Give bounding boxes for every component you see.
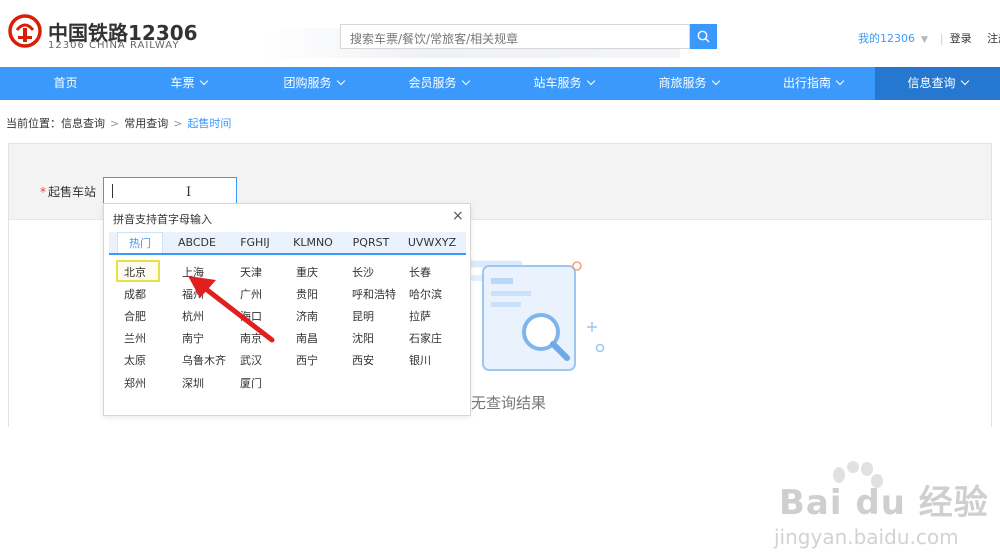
- station-input[interactable]: I: [103, 177, 237, 204]
- my12306-link[interactable]: 我的12306: [858, 32, 915, 45]
- search-button[interactable]: [690, 24, 717, 49]
- ibeam-cursor-icon: I: [186, 185, 192, 200]
- required-mark: *: [40, 185, 46, 199]
- nav-item-info[interactable]: 信息查询: [875, 67, 1000, 100]
- city-item[interactable]: 兰州: [124, 330, 146, 346]
- station-label-text: 起售车站: [48, 185, 97, 199]
- city-item[interactable]: 太原: [124, 352, 146, 368]
- city-item[interactable]: 西安: [352, 352, 374, 368]
- site-header: 中国铁路12306 12306 CHINA RAILWAY 搜索车票/餐饮/常旅…: [0, 0, 1000, 67]
- station-label: * 起售车站: [40, 183, 96, 200]
- chevron-down-icon: [199, 76, 208, 86]
- main-nav: 首页 车票 团购服务 会员服务 站车服务 商旅服务 出行指南 信息查询: [0, 67, 1000, 100]
- nav-label: 团购服务: [283, 76, 332, 90]
- tab-abcde[interactable]: ABCDE: [171, 232, 223, 253]
- railway-logo-icon[interactable]: [8, 14, 42, 48]
- chevron-down-icon: [336, 76, 345, 86]
- city-item[interactable]: 西宁: [296, 352, 318, 368]
- nav-label: 车票: [170, 76, 195, 90]
- city-item[interactable]: 乌鲁木齐: [182, 352, 226, 368]
- nav-label: 首页: [53, 76, 78, 90]
- nav-label: 站车服务: [533, 76, 582, 90]
- breadcrumb-prefix: 当前位置：: [6, 117, 61, 130]
- city-item[interactable]: 沈阳: [352, 330, 374, 346]
- city-item[interactable]: 北京: [124, 264, 146, 280]
- nav-item-business[interactable]: 商旅服务: [626, 67, 751, 100]
- tab-hot[interactable]: 热门: [117, 232, 163, 253]
- watermark-sub: jingyan.baidu.com: [774, 525, 959, 549]
- account-links: 我的12306 ▼ | 登录 注册: [858, 30, 1000, 46]
- close-icon[interactable]: ×: [452, 208, 464, 224]
- city-item[interactable]: 重庆: [296, 264, 318, 280]
- divider: |: [939, 32, 944, 45]
- tab-uvwxyz[interactable]: UVWXYZ: [401, 232, 463, 253]
- city-tabs: 热门 ABCDE FGHIJ KLMNO PQRST UVWXYZ: [109, 232, 466, 255]
- breadcrumb: 当前位置：信息查询 > 常用查询 > 起售时间: [6, 115, 231, 131]
- city-item[interactable]: 石家庄: [409, 330, 442, 346]
- city-item[interactable]: 武汉: [240, 352, 262, 368]
- nav-label: 信息查询: [907, 76, 956, 90]
- city-item[interactable]: 成都: [124, 286, 146, 302]
- city-item[interactable]: 昆明: [352, 308, 374, 324]
- brand-name-en: 12306 CHINA RAILWAY: [48, 40, 180, 51]
- nav-item-station[interactable]: 站车服务: [501, 67, 626, 100]
- empty-result-illustration: [449, 260, 605, 371]
- nav-item-tickets[interactable]: 车票: [126, 67, 251, 100]
- breadcrumb-item-common[interactable]: 常用查询: [124, 117, 168, 130]
- nav-item-group[interactable]: 团购服务: [251, 67, 376, 100]
- chevron-down-icon: [711, 76, 720, 86]
- city-item[interactable]: 贵阳: [296, 286, 318, 302]
- nav-item-home[interactable]: 首页: [0, 67, 131, 100]
- city-item[interactable]: 深圳: [182, 375, 204, 391]
- city-item[interactable]: 长沙: [352, 264, 374, 280]
- baidu-watermark: Bai du 经验 jingyan.baidu.com: [769, 461, 999, 556]
- city-item[interactable]: 呼和浩特: [352, 286, 396, 302]
- watermark-main: Bai du 经验: [779, 483, 989, 523]
- city-picker-hint: 拼音支持首字母输入: [113, 213, 212, 226]
- tab-fghij[interactable]: FGHIJ: [229, 232, 281, 253]
- city-item[interactable]: 南昌: [296, 330, 318, 346]
- city-item[interactable]: 银川: [409, 352, 431, 368]
- city-item[interactable]: 长春: [409, 264, 431, 280]
- text-caret: [112, 184, 113, 198]
- nav-label: 商旅服务: [658, 76, 707, 90]
- tab-klmno[interactable]: KLMNO: [285, 232, 341, 253]
- nav-label: 会员服务: [408, 76, 457, 90]
- breadcrumb-item-info[interactable]: 信息查询: [61, 117, 105, 130]
- login-link[interactable]: 登录: [950, 32, 972, 45]
- city-item[interactable]: 哈尔滨: [409, 286, 442, 302]
- city-item[interactable]: 郑州: [124, 375, 146, 391]
- divider: [978, 32, 982, 45]
- nav-item-member[interactable]: 会员服务: [376, 67, 501, 100]
- tab-pqrst[interactable]: PQRST: [343, 232, 399, 253]
- empty-result-text: 无查询结果: [471, 394, 547, 412]
- search-placeholder: 搜索车票/餐饮/常旅客/相关规章: [350, 32, 519, 46]
- breadcrumb-separator: >: [173, 117, 183, 130]
- breadcrumb-separator: >: [110, 117, 120, 130]
- chevron-down-icon: [461, 76, 470, 86]
- nav-label: 出行指南: [782, 76, 831, 90]
- search-icon: [697, 30, 710, 43]
- city-item[interactable]: 济南: [296, 308, 318, 324]
- city-picker: 拼音支持首字母输入 × 热门 ABCDE FGHIJ KLMNO PQRST U…: [103, 203, 471, 416]
- breadcrumb-item-current: 起售时间: [187, 117, 232, 130]
- search-input[interactable]: 搜索车票/餐饮/常旅客/相关规章: [340, 24, 690, 49]
- chevron-down-icon: [835, 76, 845, 86]
- chevron-down-icon: [586, 76, 595, 86]
- register-link[interactable]: 注册: [987, 32, 1000, 45]
- city-item[interactable]: 拉萨: [409, 308, 431, 324]
- red-arrow-icon: [188, 276, 275, 343]
- chevron-down-icon: [960, 76, 969, 86]
- city-item[interactable]: 合肥: [124, 308, 146, 324]
- caret-down-icon[interactable]: ▼: [921, 35, 928, 45]
- nav-item-guide[interactable]: 出行指南: [751, 67, 875, 100]
- city-item[interactable]: 厦门: [240, 375, 262, 391]
